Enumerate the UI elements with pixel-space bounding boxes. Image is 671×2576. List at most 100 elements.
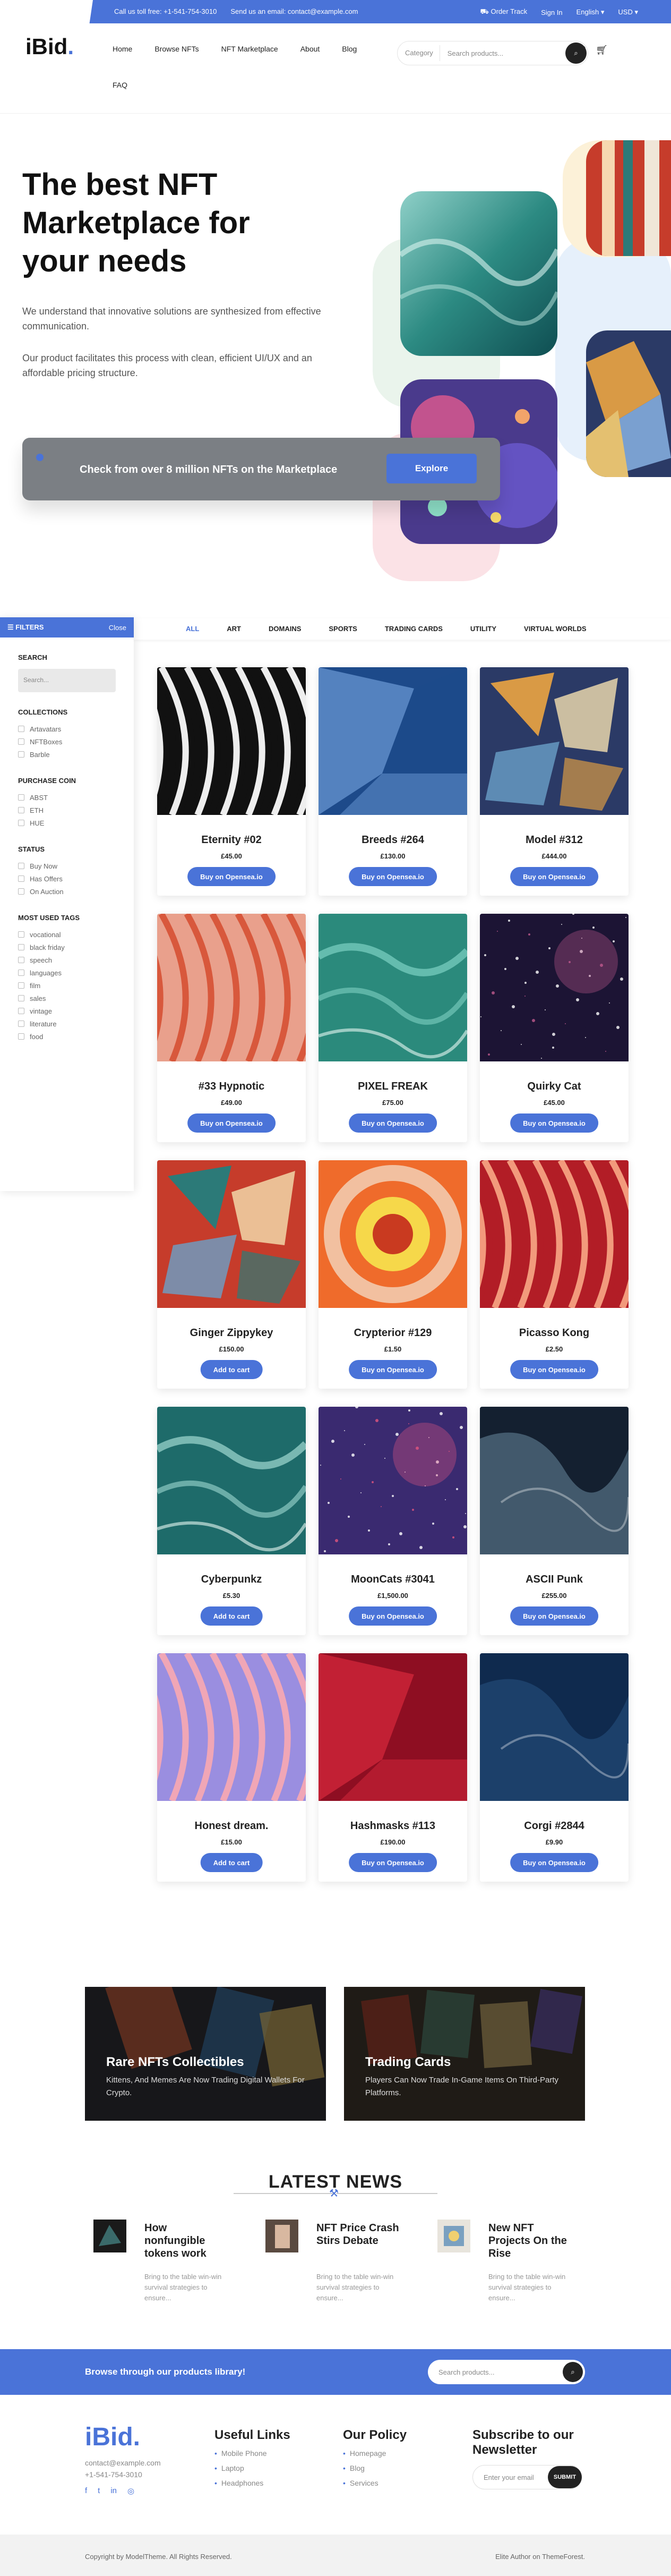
nav-nft-marketplace[interactable]: NFT Marketplace — [221, 45, 278, 53]
nav-home[interactable]: Home — [113, 45, 132, 53]
nft-image[interactable] — [157, 1653, 306, 1803]
footer-email[interactable]: contact@example.com — [85, 2459, 161, 2467]
nft-title[interactable]: PIXEL FREAK — [319, 1081, 467, 1093]
email-link[interactable]: Send us an email: contact@example.com — [230, 7, 358, 15]
footer-link[interactable]: Headphones — [214, 2479, 290, 2487]
category-select[interactable]: Category — [405, 45, 440, 61]
nft-image[interactable] — [480, 1407, 629, 1554]
nft-image[interactable] — [480, 914, 629, 1061]
checkbox[interactable] — [18, 995, 24, 1001]
tag-option[interactable]: film — [18, 979, 116, 992]
buy-button[interactable]: Buy on Opensea.io — [187, 1113, 276, 1133]
nft-image[interactable] — [480, 667, 629, 815]
tab-all[interactable]: ALL — [172, 618, 213, 640]
nft-title[interactable]: Cyberpunkz — [157, 1574, 306, 1586]
checkbox[interactable] — [18, 751, 24, 758]
nft-image[interactable] — [157, 914, 306, 1063]
tag-option[interactable]: speech — [18, 954, 116, 966]
buy-button[interactable]: Buy on Opensea.io — [349, 867, 437, 886]
footer-link[interactable]: Homepage — [343, 2449, 407, 2458]
footer-link[interactable]: Mobile Phone — [214, 2449, 290, 2458]
tag-option[interactable]: literature — [18, 1017, 116, 1030]
currency-selector[interactable]: USD ▾ — [618, 8, 638, 16]
checkbox[interactable] — [18, 794, 24, 801]
coin-option[interactable]: ETH — [18, 804, 116, 817]
nft-title[interactable]: Ginger Zippykey — [157, 1327, 306, 1339]
nav-browse-nfts[interactable]: Browse NFTs — [154, 45, 199, 53]
collection-option[interactable]: Barble — [18, 748, 116, 761]
checkbox[interactable] — [18, 1008, 24, 1014]
tag-option[interactable]: food — [18, 1030, 116, 1043]
collection-option[interactable]: NFTBoxes — [18, 735, 116, 748]
filter-search-input[interactable]: Search... — [18, 669, 116, 692]
buy-button[interactable]: Buy on Opensea.io — [510, 1606, 598, 1626]
checkbox[interactable] — [18, 1021, 24, 1027]
buy-button[interactable]: Buy on Opensea.io — [349, 1113, 437, 1133]
nft-title[interactable]: Breeds #264 — [319, 834, 467, 846]
nft-title[interactable]: Picasso Kong — [480, 1327, 629, 1339]
nft-card[interactable]: Quirky Cat £45.00 Buy on Opensea.io — [480, 914, 629, 1142]
newsletter-submit-button[interactable]: SUBMIT — [548, 2466, 582, 2488]
buy-button[interactable]: Buy on Opensea.io — [349, 1606, 437, 1626]
nft-image[interactable] — [319, 1160, 467, 1308]
nft-image[interactable] — [319, 667, 467, 815]
nft-card[interactable]: Breeds #264 £130.00 Buy on Opensea.io — [319, 667, 467, 896]
library-search-button[interactable]: ⌕ — [563, 2362, 583, 2382]
tag-option[interactable]: sales — [18, 992, 116, 1005]
footer-link[interactable]: Services — [343, 2479, 407, 2487]
nft-card[interactable]: #33 Hypnotic £49.00 Buy on Opensea.io — [157, 914, 306, 1142]
language-selector[interactable]: English ▾ — [577, 8, 605, 16]
checkbox[interactable] — [18, 970, 24, 976]
nft-image[interactable] — [157, 1160, 306, 1308]
status-option[interactable]: Has Offers — [18, 872, 116, 885]
nft-title[interactable]: Hashmasks #113 — [319, 1820, 467, 1832]
nft-image[interactable] — [319, 914, 467, 1061]
nft-card[interactable]: Model #312 £444.00 Buy on Opensea.io — [480, 667, 629, 896]
tab-virtual-worlds[interactable]: VIRTUAL WORLDS — [510, 618, 600, 640]
cart-icon[interactable]: 🛒︎ — [596, 45, 608, 56]
nft-title[interactable]: Crypterior #129 — [319, 1327, 467, 1339]
buy-button[interactable]: Buy on Opensea.io — [349, 1360, 437, 1379]
checkbox[interactable] — [18, 738, 24, 745]
site-logo[interactable]: iBid. — [25, 34, 74, 59]
twitter-icon[interactable]: t — [98, 2486, 100, 2496]
checkbox[interactable] — [18, 863, 24, 869]
nft-card[interactable]: Honest dream. £15.00 Add to cart — [157, 1653, 306, 1882]
tab-trading-cards[interactable]: TRADING CARDS — [371, 618, 457, 640]
footer-link[interactable]: Laptop — [214, 2464, 290, 2472]
filter-close-button[interactable]: Close — [109, 624, 126, 632]
nft-title[interactable]: Model #312 — [480, 834, 629, 846]
search-input[interactable]: Search products... — [440, 49, 565, 57]
tab-utility[interactable]: UTILITY — [457, 618, 510, 640]
nft-image[interactable] — [157, 667, 306, 817]
nft-card[interactable]: Corgi #2844 £9.90 Buy on Opensea.io — [480, 1653, 629, 1882]
checkbox[interactable] — [18, 807, 24, 813]
buy-button[interactable]: Add to cart — [200, 1360, 263, 1379]
checkbox[interactable] — [18, 888, 24, 895]
nft-card[interactable]: Picasso Kong £2.50 Buy on Opensea.io — [480, 1160, 629, 1389]
footer-link[interactable]: Blog — [343, 2464, 407, 2472]
nft-title[interactable]: Honest dream. — [157, 1820, 306, 1832]
checkbox[interactable] — [18, 982, 24, 989]
buy-button[interactable]: Buy on Opensea.io — [510, 1360, 598, 1379]
nft-card[interactable]: ASCII Punk £255.00 Buy on Opensea.io — [480, 1407, 629, 1635]
buy-button[interactable]: Buy on Opensea.io — [510, 867, 598, 886]
nft-image[interactable] — [480, 1653, 629, 1801]
nft-image[interactable] — [319, 1407, 467, 1554]
buy-button[interactable]: Add to cart — [200, 1853, 263, 1872]
nft-card[interactable]: PIXEL FREAK £75.00 Buy on Opensea.io — [319, 914, 467, 1142]
status-option[interactable]: Buy Now — [18, 860, 116, 872]
checkbox[interactable] — [18, 1033, 24, 1040]
checkbox[interactable] — [18, 726, 24, 732]
explore-button[interactable]: Explore — [386, 454, 477, 483]
linkedin-icon[interactable]: in — [110, 2486, 117, 2496]
instagram-icon[interactable]: ◎ — [127, 2486, 134, 2496]
buy-button[interactable]: Buy on Opensea.io — [187, 867, 276, 886]
promo-banner-trading-cards[interactable]: Trading Cards Players Can Now Trade In-G… — [344, 1987, 585, 2121]
nft-title[interactable]: Eternity #02 — [157, 834, 306, 846]
tag-option[interactable]: vintage — [18, 1005, 116, 1017]
nav-blog[interactable]: Blog — [342, 45, 357, 53]
nav-about[interactable]: About — [300, 45, 320, 53]
checkbox[interactable] — [18, 957, 24, 963]
tag-option[interactable]: black friday — [18, 941, 116, 954]
